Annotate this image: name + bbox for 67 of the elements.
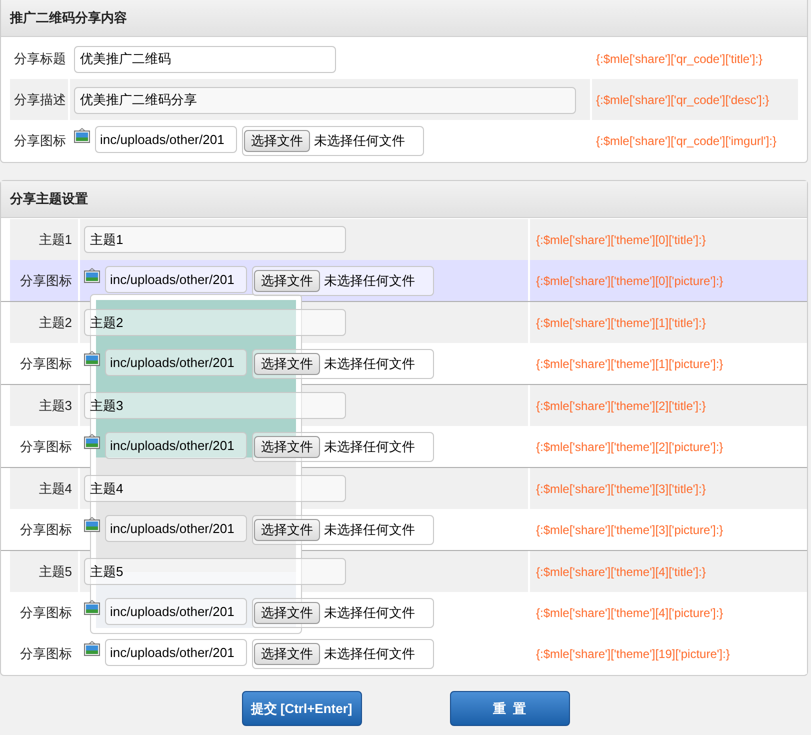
field-label: 主题4 — [38, 480, 72, 498]
file-picker[interactable]: 选择文件 未选择任何文件 — [252, 432, 434, 462]
field-label: 主题1 — [38, 230, 72, 249]
field-label: 分享图标 — [20, 604, 72, 622]
choose-file-button[interactable]: 选择文件 — [244, 130, 310, 152]
file-status: 未选择任何文件 — [324, 438, 415, 456]
file-path-input[interactable]: inc/uploads/other/201 — [105, 598, 247, 624]
field-label: 分享图标 — [20, 438, 72, 456]
file-picker[interactable]: 选择文件 未选择任何文件 — [242, 126, 424, 156]
text-input[interactable]: 优美推广二维码 — [74, 46, 336, 72]
text-input[interactable]: 主题1 — [84, 226, 346, 253]
file-path-input[interactable]: inc/uploads/other/201 — [105, 266, 247, 292]
template-tag: {:$mle['share']['qr_code']['title']:} — [596, 50, 762, 68]
field-label: 主题2 — [38, 314, 72, 332]
file-status: 未选择任何文件 — [324, 520, 415, 539]
field-label: 分享描述 — [14, 90, 66, 109]
field-label: 分享图标 — [20, 354, 72, 373]
field-label: 分享图标 — [20, 272, 72, 290]
template-tag: {:$mle['share']['theme'][0]['title']:} — [536, 230, 706, 248]
file-path-input[interactable]: inc/uploads/other/201 — [105, 638, 247, 666]
submit-button[interactable]: 提交 [Ctrl+Enter] — [242, 691, 362, 726]
field-label: 主题3 — [38, 396, 72, 415]
file-path-input[interactable]: inc/uploads/other/201 — [105, 514, 247, 542]
template-tag: {:$mle['share']['theme'][2]['picture']:} — [536, 438, 724, 456]
choose-file-button[interactable]: 选择文件 — [254, 602, 320, 624]
template-tag: {:$mle['share']['theme'][1]['picture']:} — [536, 354, 724, 372]
file-status: 未选择任何文件 — [314, 132, 405, 150]
field-label: 分享标题 — [14, 50, 66, 68]
choose-file-button[interactable]: 选择文件 — [254, 436, 320, 458]
text-input[interactable]: 主题5 — [84, 558, 346, 585]
template-tag: {:$mle['share']['theme'][3]['title']:} — [536, 480, 706, 498]
file-picker[interactable]: 选择文件 未选择任何文件 — [252, 638, 434, 668]
field-label: 分享图标 — [20, 520, 72, 539]
text-input[interactable]: 主题3 — [84, 392, 346, 419]
template-tag: {:$mle['share']['theme'][0]['picture']:} — [536, 272, 724, 290]
file-picker[interactable]: 选择文件 未选择任何文件 — [252, 598, 434, 628]
file-status: 未选择任何文件 — [324, 354, 415, 373]
template-tag: {:$mle['share']['qr_code']['imgurl']:} — [596, 132, 776, 150]
file-picker[interactable]: 选择文件 未选择任何文件 — [252, 348, 434, 378]
text-input[interactable]: 优美推广二维码分享 — [74, 86, 576, 114]
file-path-input[interactable]: inc/uploads/other/201 — [105, 348, 247, 376]
choose-file-button[interactable]: 选择文件 — [254, 518, 320, 540]
field-label: 分享图标 — [14, 132, 66, 150]
template-tag: {:$mle['share']['qr_code']['desc']:} — [596, 90, 770, 108]
template-tag: {:$mle['share']['theme'][19]['picture']:} — [536, 644, 730, 662]
file-picker[interactable]: 选择文件 未选择任何文件 — [252, 266, 434, 296]
text-input[interactable]: 主题4 — [84, 475, 346, 502]
field-label: 主题5 — [38, 562, 72, 581]
file-path-input[interactable]: inc/uploads/other/201 — [95, 126, 237, 153]
section-header: 推广二维码分享内容 — [1, 0, 807, 37]
file-status: 未选择任何文件 — [324, 644, 415, 663]
file-picker[interactable]: 选择文件 未选择任何文件 — [252, 514, 434, 544]
file-status: 未选择任何文件 — [324, 272, 415, 290]
template-tag: {:$mle['share']['theme'][1]['title']:} — [536, 314, 706, 332]
choose-file-button[interactable]: 选择文件 — [254, 642, 320, 664]
choose-file-button[interactable]: 选择文件 — [254, 270, 320, 292]
field-label: 分享图标 — [20, 644, 72, 663]
file-path-input[interactable]: inc/uploads/other/201 — [105, 432, 247, 458]
template-tag: {:$mle['share']['theme'][2]['title']:} — [536, 396, 706, 414]
text-input[interactable]: 主题2 — [84, 309, 346, 336]
file-status: 未选择任何文件 — [324, 604, 415, 622]
choose-file-button[interactable]: 选择文件 — [254, 352, 320, 374]
template-tag: {:$mle['share']['theme'][3]['picture']:} — [536, 520, 724, 538]
reset-button[interactable]: 重 置 — [450, 691, 570, 726]
section-header: 分享主题设置 — [1, 181, 807, 218]
template-tag: {:$mle['share']['theme'][4]['title']:} — [536, 562, 706, 580]
template-tag: {:$mle['share']['theme'][4]['picture']:} — [536, 604, 724, 622]
